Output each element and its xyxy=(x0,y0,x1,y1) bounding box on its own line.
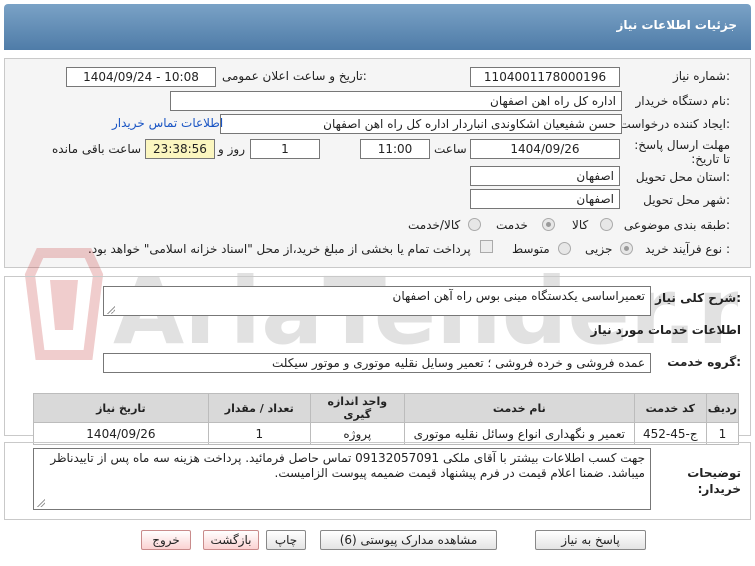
category-service-radio[interactable] xyxy=(542,218,555,231)
reply-button[interactable]: پاسخ به نیاز xyxy=(535,530,646,550)
need-number-label: شماره نیاز: xyxy=(672,69,730,83)
province-label: استان محل تحویل: xyxy=(635,170,730,184)
category-label: طبقه بندی موضوعی: xyxy=(623,218,730,232)
creator-field[interactable]: حسن شفیعیان اشکاوندی انباردار اداره کل ر… xyxy=(220,114,622,134)
announce-label: تاریخ و ساعت اعلان عمومی: xyxy=(222,69,367,83)
buyer-notes-label: توضیحات خریدار: xyxy=(687,466,741,496)
creator-label: ایجاد کننده درخواست: xyxy=(619,117,730,131)
services-section-title: اطلاعات خدمات مورد نیاز xyxy=(590,323,741,337)
col-qty: تعداد / مقدار xyxy=(207,393,311,423)
province-field[interactable]: اصفهان xyxy=(470,166,620,186)
process-medium-radio[interactable] xyxy=(558,242,571,255)
col-code: کد خدمت xyxy=(633,393,707,423)
process-minor-radio[interactable] xyxy=(620,242,633,255)
days-field[interactable]: 1 xyxy=(250,139,320,159)
col-unit: واحد اندازه گیری xyxy=(309,393,405,423)
service-group-field[interactable]: عمده فروشی و خرده فروشی ؛ تعمیر وسایل نق… xyxy=(103,353,651,373)
deadline-date-field[interactable]: 1404/09/26 xyxy=(470,139,620,159)
announce-field[interactable]: 1404/09/24 - 10:08 xyxy=(66,67,216,87)
page-header: جزئیات اطلاعات نیاز xyxy=(4,4,751,50)
city-field[interactable]: اصفهان xyxy=(470,189,620,209)
deadline-time-label: ساعت xyxy=(434,142,467,156)
payment-note: پرداخت تمام یا بخشی از مبلغ خرید،از محل … xyxy=(88,242,471,256)
col-row: ردیف xyxy=(705,393,740,423)
remaining-time-field: 23:38:56 xyxy=(145,139,215,159)
services-table: ردیف کد خدمت نام خدمت واحد اندازه گیری ت… xyxy=(33,393,740,445)
payment-checkbox[interactable] xyxy=(480,240,493,253)
need-number-field[interactable]: 1104001178000196 xyxy=(470,67,620,87)
city-label: شهر محل تحویل: xyxy=(643,193,730,207)
services-table-header: ردیف کد خدمت نام خدمت واحد اندازه گیری ت… xyxy=(33,393,740,423)
buyer-field[interactable]: اداره کل راه اهن اصفهان xyxy=(170,91,622,111)
deadline-time-field[interactable]: 11:00 xyxy=(360,139,430,159)
category-option-goods: کالا xyxy=(572,218,589,232)
days-label: روز و xyxy=(218,142,245,156)
buyer-notes-resize-handle[interactable] xyxy=(36,498,45,507)
exit-button[interactable]: خروج xyxy=(141,530,191,550)
category-option-service: خدمت xyxy=(496,218,528,232)
category-goods-radio[interactable] xyxy=(600,218,613,231)
category-option-both: کالا/خدمت xyxy=(408,218,461,232)
remaining-label: ساعت باقی مانده xyxy=(52,142,142,156)
process-option-medium: متوسط xyxy=(512,242,550,256)
deadline-label: مهلت ارسال پاسخ: تا تاریخ: xyxy=(634,138,730,166)
service-group-label: گروه خدمت: xyxy=(667,355,741,369)
description-resize-handle[interactable] xyxy=(106,305,115,314)
process-option-minor: جزیی xyxy=(585,242,613,256)
category-both-radio[interactable] xyxy=(468,218,481,231)
description-label: شرح کلی نیاز: xyxy=(655,291,741,305)
page-title: جزئیات اطلاعات نیاز xyxy=(616,18,737,32)
process-label: نوع فرآیند خرید : xyxy=(645,242,730,256)
view-attachments-button[interactable]: مشاهده مدارک پیوستی (6) xyxy=(320,530,497,550)
buyer-contact-link[interactable]: اطلاعات تماس خریدار xyxy=(112,116,223,130)
buyer-notes-field[interactable]: جهت کسب اطلاعات بیشتر با آقای ملکی 09132… xyxy=(33,448,651,510)
col-date: تاریخ نیاز xyxy=(33,393,209,423)
back-button[interactable]: بازگشت xyxy=(203,530,259,550)
col-name: نام خدمت xyxy=(403,393,635,423)
buyer-label: نام دستگاه خریدار: xyxy=(635,94,731,108)
description-field[interactable]: تعمیراساسی یکدستگاه مینی بوس راه آهن اصف… xyxy=(103,286,651,316)
print-button[interactable]: چاپ xyxy=(266,530,306,550)
